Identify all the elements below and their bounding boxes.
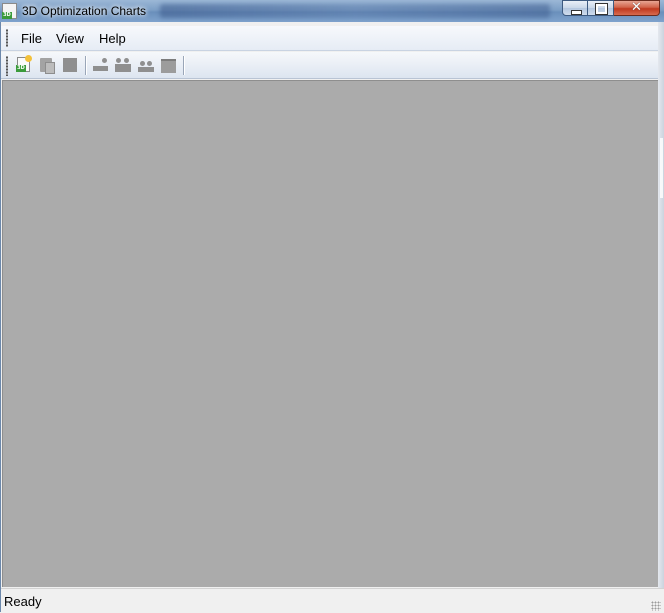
- single-user-desk: [93, 66, 108, 71]
- paste-button[interactable]: [37, 57, 55, 74]
- panel-button[interactable]: [160, 57, 178, 73]
- window-left-border: [0, 22, 1, 612]
- users-group-button[interactable]: [137, 57, 155, 73]
- close-icon: ✕: [631, 0, 642, 15]
- app-icon[interactable]: 3D: [2, 3, 17, 19]
- stop-icon: [63, 58, 77, 72]
- border-highlight: [660, 138, 663, 198]
- menu-view[interactable]: View: [56, 31, 84, 47]
- menu-help[interactable]: Help: [99, 31, 126, 47]
- menubar-grip-handle[interactable]: [6, 29, 8, 47]
- two-users-second-icon: [124, 58, 129, 63]
- app-icon-badge: 3D: [2, 12, 12, 19]
- toolbar: 3D: [0, 52, 658, 79]
- users-group-desk: [138, 67, 154, 72]
- window-right-border: [658, 22, 664, 612]
- title-bar[interactable]: 3D 3D Optimization Charts ✕: [0, 0, 664, 22]
- toolbar-separator-end: [183, 56, 185, 75]
- blurred-background-titles: [160, 4, 550, 18]
- new-chart-badge: 3D: [16, 65, 26, 72]
- two-users-icon: [116, 58, 121, 63]
- panel-icon: [161, 59, 176, 73]
- caption-buttons: ✕: [562, 0, 660, 16]
- two-users-desk: [115, 64, 131, 72]
- toolbar-grip-handle[interactable]: [6, 56, 8, 76]
- new-star-icon: [25, 55, 32, 62]
- stop-button[interactable]: [61, 57, 79, 73]
- single-user-button[interactable]: [92, 57, 110, 73]
- close-button[interactable]: ✕: [614, 0, 660, 16]
- users-group-icon: [140, 61, 145, 66]
- minimize-icon: [563, 1, 587, 15]
- toolbar-separator: [85, 56, 87, 75]
- two-users-button[interactable]: [114, 57, 132, 73]
- status-bar: Ready: [0, 588, 664, 613]
- menu-file[interactable]: File: [21, 31, 42, 47]
- resize-grip-icon[interactable]: [651, 601, 661, 611]
- new-chart-icon: 3D: [16, 55, 32, 72]
- minimize-button[interactable]: [562, 0, 588, 16]
- maximize-icon: [588, 1, 613, 15]
- window-title: 3D Optimization Charts: [22, 4, 147, 18]
- new-chart-button[interactable]: 3D: [15, 55, 33, 73]
- client-area: File View Help 3D Ready: [0, 22, 664, 613]
- single-user-icon: [102, 58, 107, 63]
- mdi-workspace[interactable]: [2, 80, 660, 587]
- menu-bar: File View Help: [0, 26, 658, 51]
- maximize-button[interactable]: [588, 0, 614, 16]
- status-text: Ready: [4, 594, 42, 609]
- paste-sheet-icon: [45, 62, 55, 74]
- users-group-second-icon: [147, 61, 152, 66]
